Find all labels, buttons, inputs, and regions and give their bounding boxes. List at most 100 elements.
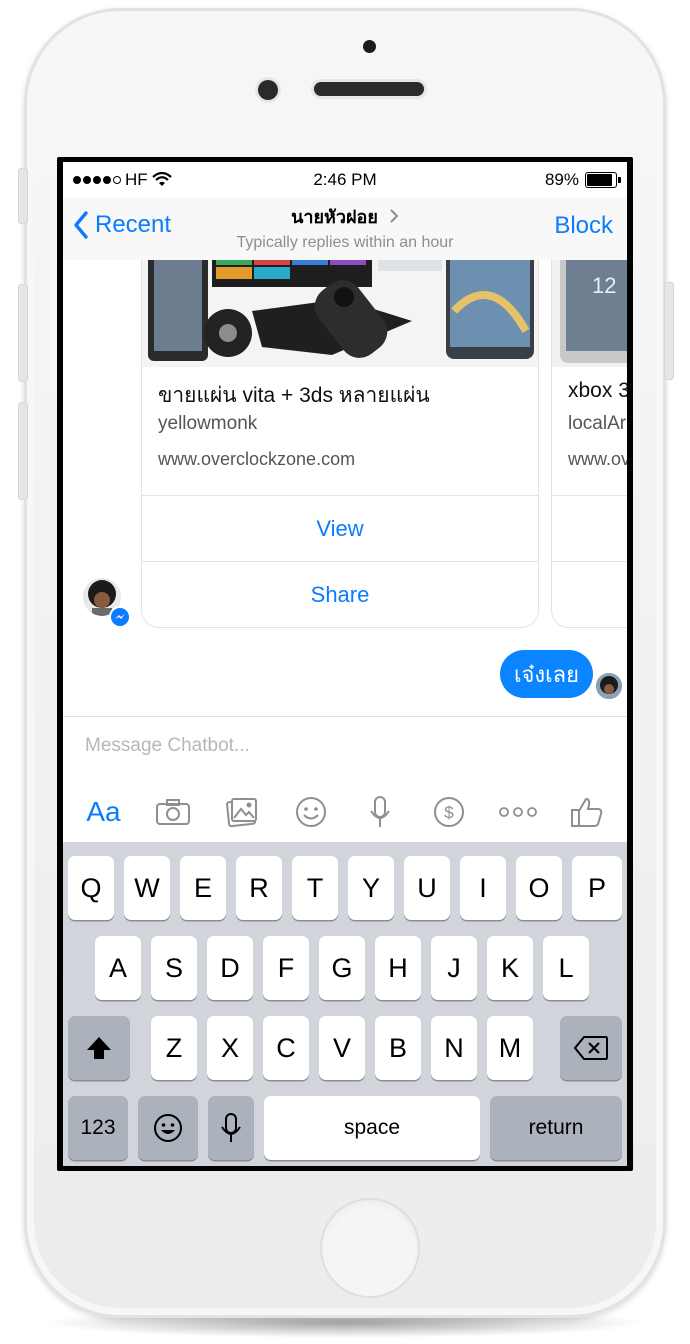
more-icon [498, 807, 537, 817]
gallery-button[interactable] [220, 790, 264, 834]
proximity-sensor [258, 80, 278, 100]
phone-image: 12 [552, 260, 627, 367]
conversation-area[interactable]: ขายแผ่น vita + 3ds หลายแผ่น yellowmonk w… [63, 260, 627, 716]
key-l[interactable]: L [543, 936, 589, 1000]
space-key[interactable]: space [264, 1096, 480, 1160]
card-title: ขายแผ่น vita + 3ds หลายแผ่น [158, 384, 430, 407]
camera-button[interactable] [151, 790, 195, 834]
battery-percent: 89% [544, 170, 579, 189]
key-b[interactable]: B [375, 1016, 421, 1080]
aa-label: Aa [86, 796, 121, 827]
key-n[interactable]: N [431, 1016, 477, 1080]
backspace-icon [573, 1036, 608, 1060]
key-c[interactable]: C [263, 1016, 309, 1080]
key-m[interactable]: M [487, 1016, 533, 1080]
outgoing-message-text: เจ๋งเลย [513, 661, 579, 687]
block-button[interactable]: Block [554, 212, 613, 240]
key-q[interactable]: Q [68, 856, 114, 920]
card2-button-2[interactable] [552, 561, 627, 627]
key-a[interactable]: A [95, 936, 141, 1000]
status-time: 2:46 PM [313, 170, 377, 189]
key-z[interactable]: Z [151, 1016, 197, 1080]
key-y[interactable]: Y [348, 856, 394, 920]
svg-text:$: $ [444, 803, 454, 822]
key-g[interactable]: G [319, 936, 365, 1000]
key-p[interactable]: P [572, 856, 622, 920]
card-subtitle-2: localAr [568, 413, 627, 434]
dictation-key[interactable] [208, 1096, 254, 1160]
front-camera [363, 40, 376, 53]
message-composer: Message Chatbot... Aa $ [63, 716, 627, 843]
card-url-2: www.ov [568, 449, 627, 469]
sticker-button[interactable] [289, 790, 333, 834]
keyboard-mic-icon [221, 1113, 241, 1142]
view-button[interactable]: View [142, 495, 538, 562]
key-i[interactable]: I [460, 856, 506, 920]
card-url: www.overclockzone.com [158, 449, 356, 469]
key-x[interactable]: X [207, 1016, 253, 1080]
key-k[interactable]: K [487, 936, 533, 1000]
svg-text:12: 12 [592, 273, 616, 298]
app-display: HF 2:46 PM 89% Recent นายหัวฝอย Typicall… [63, 162, 627, 1166]
keyboard-emoji-icon [154, 1114, 182, 1142]
messenger-badge-icon [109, 606, 131, 628]
power-button [664, 282, 674, 380]
key-j[interactable]: J [431, 936, 477, 1000]
emoji-icon [295, 797, 326, 827]
key-t[interactable]: T [292, 856, 338, 920]
voice-button[interactable] [358, 790, 402, 834]
conversation-title[interactable]: นายหัวฝอย Typically replies within an ho… [63, 202, 627, 252]
key-e[interactable]: E [180, 856, 226, 920]
key-f[interactable]: F [263, 936, 309, 1000]
key-w[interactable]: W [124, 856, 170, 920]
emoji-key[interactable] [138, 1096, 198, 1160]
volume-up-button [18, 284, 28, 382]
contact-name: นายหัวฝอย [291, 207, 378, 227]
electronics-image [142, 260, 538, 367]
shift-icon [87, 1037, 111, 1059]
message-input[interactable]: Message Chatbot... [85, 735, 250, 757]
shift-key[interactable] [68, 1016, 130, 1080]
home-button[interactable] [320, 1198, 420, 1298]
numbers-key[interactable]: 123 [68, 1096, 128, 1160]
composer-toolbar: Aa $ [63, 787, 627, 837]
response-time: Typically replies within an hour [236, 234, 454, 251]
dollar-icon: $ [433, 797, 464, 827]
more-button[interactable] [496, 790, 540, 834]
chevron-right-icon [390, 209, 399, 223]
camera-icon [155, 799, 190, 825]
outgoing-message-bubble[interactable]: เจ๋งเลย [499, 650, 593, 698]
key-v[interactable]: V [319, 1016, 365, 1080]
backspace-key[interactable] [560, 1016, 622, 1080]
card-image-2[interactable]: 12 [552, 260, 627, 367]
return-key[interactable]: return [490, 1096, 622, 1160]
navigation-bar: Recent นายหัวฝอย Typically replies withi… [63, 198, 627, 261]
battery-status: 89% [544, 170, 621, 190]
card-title-2: xbox 3 [568, 379, 627, 402]
like-icon [570, 797, 602, 827]
ios-keyboard: Q W E R T Y U I O P A S D F G H J K L Z … [63, 842, 627, 1166]
payment-button[interactable]: $ [427, 790, 471, 834]
text-format-button[interactable]: Aa [82, 790, 126, 834]
key-h[interactable]: H [375, 936, 421, 1000]
key-s[interactable]: S [151, 936, 197, 1000]
key-d[interactable]: D [207, 936, 253, 1000]
like-button[interactable] [565, 790, 609, 834]
key-o[interactable]: O [516, 856, 562, 920]
generic-template-card-2[interactable]: 12 xbox 3 localAr www.ov [551, 260, 627, 628]
key-r[interactable]: R [236, 856, 282, 920]
battery-icon [585, 172, 621, 188]
generic-template-card[interactable]: ขายแผ่น vita + 3ds หลายแผ่น yellowmonk w… [141, 260, 539, 628]
read-receipt-avatar [595, 672, 623, 700]
gallery-icon [225, 798, 257, 828]
status-bar: HF 2:46 PM 89% [63, 162, 627, 198]
card-image[interactable] [142, 260, 538, 367]
volume-down-button [18, 402, 28, 500]
share-button[interactable]: Share [142, 561, 538, 627]
mute-switch [18, 168, 28, 224]
card-subtitle: yellowmonk [158, 413, 258, 434]
card2-button-1[interactable] [552, 495, 627, 562]
earpiece-speaker [314, 82, 424, 96]
key-u[interactable]: U [404, 856, 450, 920]
mic-icon [369, 796, 390, 827]
